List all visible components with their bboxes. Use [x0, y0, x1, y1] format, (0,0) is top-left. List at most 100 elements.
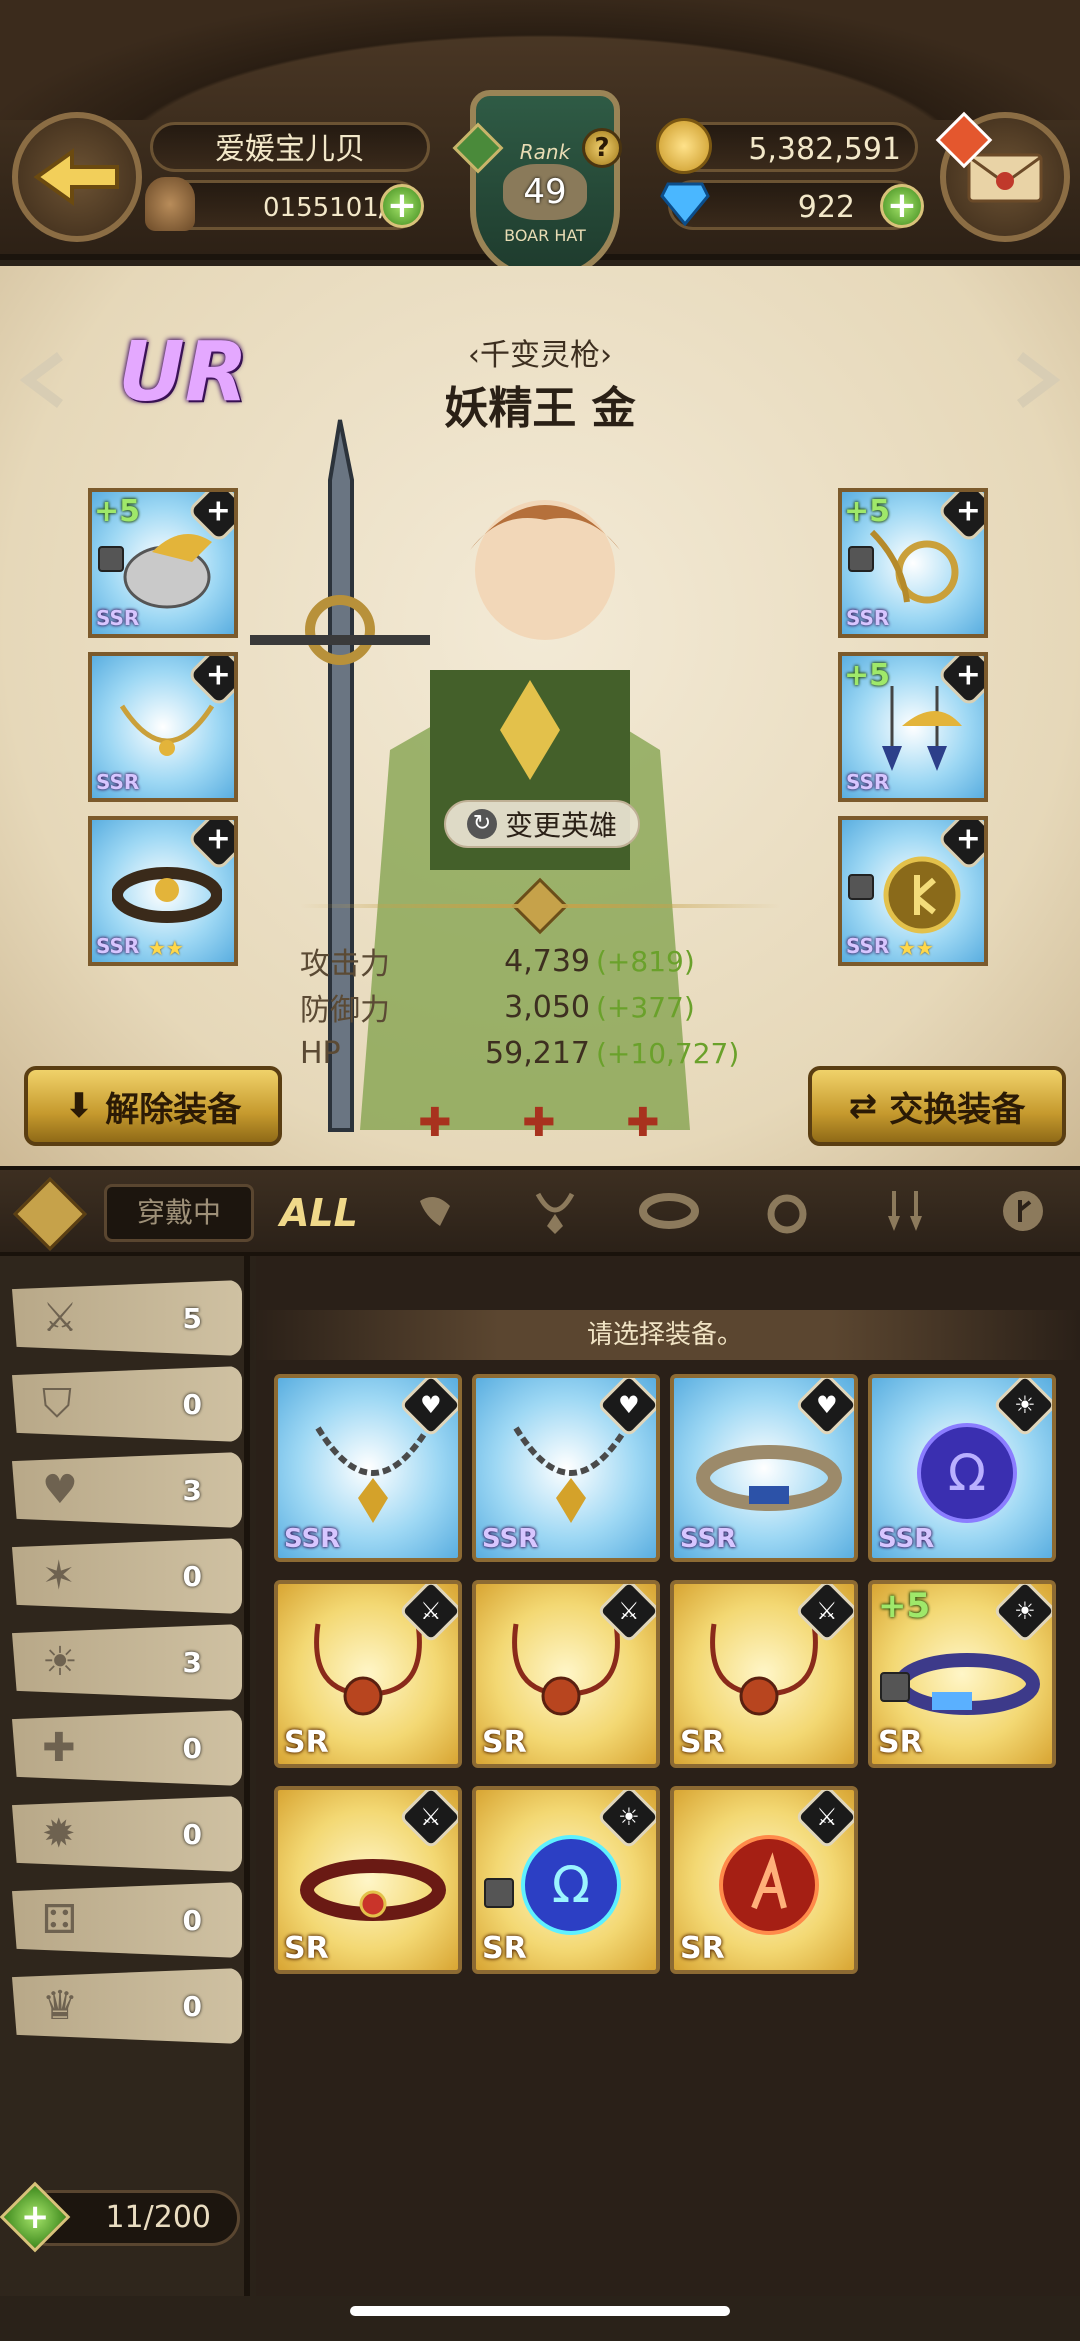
stat-label: 攻击力 — [300, 947, 390, 982]
help-icon[interactable]: ? — [582, 128, 622, 168]
filter-earring-icon[interactable] — [870, 1176, 940, 1246]
category-burst[interactable]: ✹ 0 — [12, 1796, 242, 1872]
home-indicator[interactable] — [350, 2306, 730, 2316]
category-dice[interactable]: ⚃ 0 — [12, 1882, 242, 1958]
rarity-label: SSR — [680, 1524, 737, 1554]
equip-slot-left-3[interactable]: SSR ★★ + — [88, 816, 238, 966]
rune-orb-icon — [883, 856, 961, 934]
equip-slot-left-1[interactable]: +5 SSR + — [88, 488, 238, 638]
upgrade-level: +5 — [844, 494, 891, 529]
swap-icon: ⇄ — [848, 1086, 878, 1126]
change-hero-label: 变更英雄 — [504, 809, 617, 842]
category-defense[interactable]: ⛉ 0 — [12, 1366, 242, 1442]
filter-belt-icon[interactable] — [634, 1176, 704, 1246]
inventory-item[interactable]: SSR ♥ — [472, 1374, 660, 1562]
all-filter-tab[interactable]: ALL — [280, 1184, 358, 1242]
equip-slot-right-1[interactable]: +5 SSR + — [838, 488, 988, 638]
lock-icon — [484, 1878, 514, 1908]
ring-icon — [869, 529, 959, 604]
add-stamina-button[interactable]: + — [380, 184, 424, 228]
lock-icon — [848, 874, 874, 900]
prev-hero-arrow-icon[interactable] — [20, 350, 70, 410]
inventory-item[interactable]: SR ⚔ — [274, 1580, 462, 1768]
category-count: 3 — [182, 1645, 202, 1679]
inventory-item[interactable]: SR ⚔ — [670, 1580, 858, 1768]
rune-omega-icon: Ω — [521, 1835, 621, 1935]
rarity-label: SSR — [846, 770, 890, 794]
unequip-label: 解除装备 — [105, 1089, 242, 1130]
next-hero-arrow-icon[interactable] — [1010, 350, 1060, 410]
mail-icon — [967, 153, 1043, 203]
rarity-label: SSR — [284, 1524, 341, 1554]
necklace-icon — [513, 1426, 629, 1523]
necklace-icon — [315, 1426, 431, 1523]
rank-subtitle: BOAR HAT — [504, 226, 586, 245]
category-crit[interactable]: ✶ 0 — [12, 1538, 242, 1614]
inventory-item[interactable]: SSR ♥ — [274, 1374, 462, 1562]
shield-icon: ⛉ — [42, 1381, 72, 1427]
stat-value: 59,217 — [485, 1035, 590, 1071]
star-rating: ★★ — [148, 936, 184, 960]
enhance-plus-icon: ✚ — [522, 1100, 556, 1146]
belt-icon — [112, 867, 222, 923]
rarity-label: SSR — [96, 770, 140, 794]
rarity-label: SR — [284, 1931, 329, 1966]
category-hp[interactable]: ♥ 3 — [12, 1452, 242, 1528]
filter-necklace-icon[interactable] — [520, 1176, 590, 1246]
helmet-icon — [123, 534, 212, 609]
rune-omega-icon: Ω — [917, 1423, 1017, 1523]
inventory-item[interactable]: Ω SR ☀ — [472, 1786, 660, 1974]
filter-bracelet-icon[interactable] — [400, 1176, 470, 1246]
change-hero-button[interactable]: ↻ 变更英雄 — [444, 800, 640, 848]
inventory-item[interactable]: SR ⚔ — [670, 1786, 858, 1974]
ur-rarity-badge: UR — [118, 324, 248, 420]
download-icon: ⬇ — [64, 1086, 94, 1126]
rarity-label: SSR — [846, 934, 890, 958]
inventory-item[interactable]: +5 SR ☀ — [868, 1580, 1056, 1768]
rarity-label: SSR — [96, 606, 140, 630]
sword-icon: ⚔ — [42, 1295, 78, 1341]
belt-icon — [300, 1859, 446, 1921]
category-count: 5 — [182, 1301, 202, 1335]
equip-slot-right-2[interactable]: +5 SSR + — [838, 652, 988, 802]
back-button[interactable] — [12, 112, 142, 242]
upgrade-level: +5 — [878, 1586, 931, 1626]
inventory-item[interactable]: SR ⚔ — [274, 1786, 462, 1974]
inventory-item[interactable]: Ω SSR ☀ — [868, 1374, 1056, 1562]
category-crit-damage[interactable]: ☀ 3 — [12, 1624, 242, 1700]
category-lifesteal[interactable]: ♛ 0 — [12, 1968, 242, 2044]
enhance-plus-icon: ✚ — [626, 1100, 660, 1146]
equip-slot-left-2[interactable]: SSR + — [88, 652, 238, 802]
stat-bonus: (+10,727) — [596, 1036, 740, 1070]
stat-bonus: (+819) — [596, 944, 695, 978]
category-recovery[interactable]: ✚ 0 — [12, 1710, 242, 1786]
gold-value: 5,382,591 — [748, 132, 901, 167]
swap-equipment-button[interactable]: ⇄ 交换装备 — [808, 1066, 1066, 1146]
svg-text:Ω: Ω — [552, 1856, 590, 1914]
stats-table: 攻击力 4,739 (+819) 防御力 3,050 (+377) HP 59,… — [300, 938, 780, 1076]
rarity-label: SR — [482, 1931, 527, 1966]
stat-value: 3,050 — [504, 989, 590, 1025]
category-attack[interactable]: ⚔ 5 — [12, 1280, 242, 1356]
category-count: 0 — [182, 1559, 202, 1593]
wearing-filter-button[interactable]: 穿戴中 — [104, 1184, 254, 1242]
inventory-item[interactable]: SR ⚔ — [472, 1580, 660, 1768]
rank-badge[interactable]: Rank 49 BOAR HAT — [470, 90, 620, 280]
filter-ring-icon[interactable] — [752, 1176, 822, 1246]
enhance-plus-icon: ✚ — [418, 1100, 452, 1146]
stamina-boot-icon — [145, 177, 195, 231]
stat-row-hp: HP 59,217 (+10,727) — [300, 1030, 780, 1076]
filter-bar: 穿戴中 ALL — [0, 1166, 1080, 1256]
filter-rune-icon[interactable] — [988, 1176, 1058, 1246]
sort-grid-icon[interactable] — [13, 1177, 87, 1251]
unequip-button[interactable]: ⬇ 解除装备 — [24, 1066, 282, 1146]
crit-icon: ✶ — [42, 1553, 76, 1599]
rank-label: Rank — [519, 140, 571, 164]
upgrade-level: +5 — [844, 658, 891, 693]
equip-slot-right-3[interactable]: SSR ★★ + — [838, 816, 988, 966]
inventory-item[interactable]: SSR ♥ — [670, 1374, 858, 1562]
rank-level: 49 — [503, 164, 587, 220]
add-gems-button[interactable]: + — [880, 184, 924, 228]
earring-icon — [882, 686, 962, 771]
select-equipment-prompt: 请选择装备。 — [250, 1310, 1080, 1360]
